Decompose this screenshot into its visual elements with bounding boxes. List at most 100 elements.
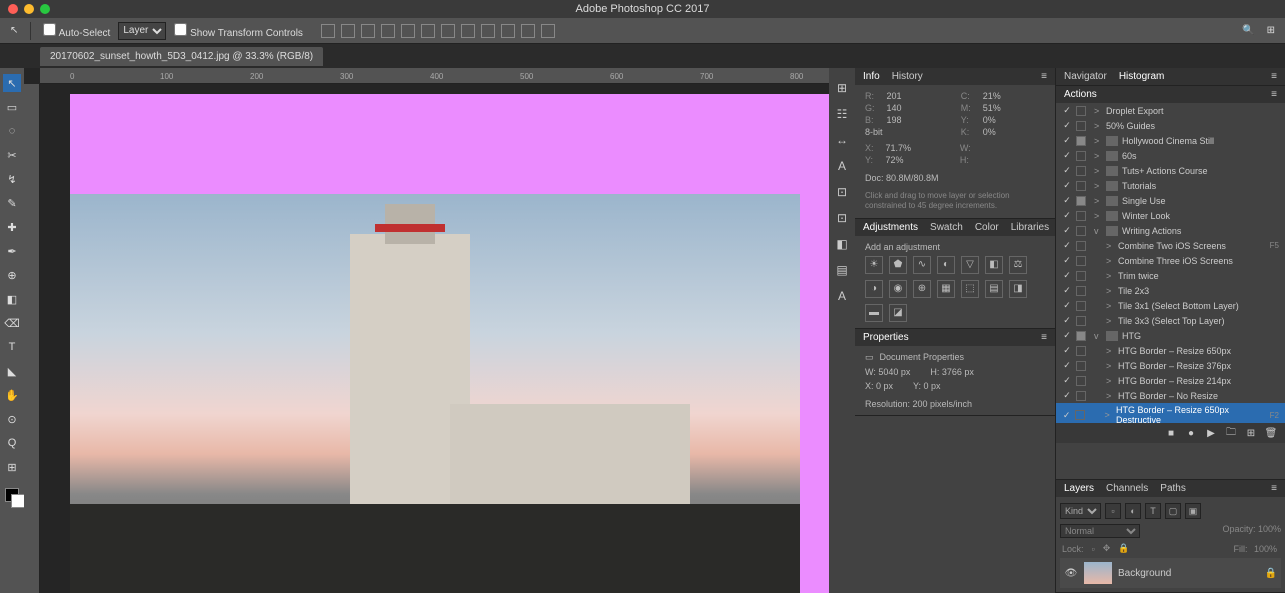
action-dialog-toggle[interactable] xyxy=(1076,241,1086,251)
action-dialog-toggle[interactable] xyxy=(1076,316,1086,326)
action-item-13[interactable]: ✓>Tile 3x1 (Select Bottom Layer) xyxy=(1056,298,1285,313)
histogram-tab[interactable]: Histogram xyxy=(1119,71,1165,82)
action-toggle-icon[interactable]: ✓ xyxy=(1062,345,1072,356)
distribute-right-icon[interactable] xyxy=(541,24,555,38)
disclosure-icon[interactable]: > xyxy=(1105,410,1112,420)
action-dialog-toggle[interactable] xyxy=(1076,121,1086,131)
disclosure-icon[interactable]: > xyxy=(1106,286,1114,296)
disclosure-icon[interactable]: > xyxy=(1106,271,1114,281)
action-toggle-icon[interactable]: ✓ xyxy=(1062,105,1072,116)
action-dialog-toggle[interactable] xyxy=(1076,181,1086,191)
action-dialog-toggle[interactable] xyxy=(1076,196,1086,206)
tool-5[interactable]: ✎ xyxy=(3,194,21,212)
action-item-19[interactable]: ✓>HTG Border – No Resize xyxy=(1056,388,1285,403)
disclosure-icon[interactable]: > xyxy=(1094,211,1102,221)
action-toggle-icon[interactable]: ✓ xyxy=(1062,135,1072,146)
tool-1[interactable]: ▭ xyxy=(3,98,21,116)
gradientmap-adjustment-icon[interactable]: ▬ xyxy=(865,304,883,322)
action-toggle-icon[interactable]: ✓ xyxy=(1062,165,1072,176)
dock-icon-1[interactable]: ☷ xyxy=(834,106,850,122)
action-dialog-toggle[interactable] xyxy=(1076,151,1086,161)
align-top-icon[interactable] xyxy=(321,24,335,38)
action-dialog-toggle[interactable] xyxy=(1076,301,1086,311)
align-vcenter-icon[interactable] xyxy=(341,24,355,38)
action-item-6[interactable]: ✓>Single Use xyxy=(1056,193,1285,208)
stop-action-icon[interactable]: ■ xyxy=(1165,427,1177,439)
prop-height[interactable]: H: 3766 px xyxy=(930,367,974,377)
adjustments-tab[interactable]: Adjustments xyxy=(863,222,918,233)
navigator-tab[interactable]: Navigator xyxy=(1064,71,1107,82)
action-toggle-icon[interactable]: ✓ xyxy=(1062,180,1072,191)
document-tab[interactable]: 20170602_sunset_howth_5D3_0412.jpg @ 33.… xyxy=(40,47,323,66)
navigator-menu-icon[interactable]: ≡ xyxy=(1271,71,1277,82)
dock-icon-8[interactable]: A xyxy=(834,288,850,304)
action-item-3[interactable]: ✓>60s xyxy=(1056,148,1285,163)
disclosure-icon[interactable]: > xyxy=(1094,196,1102,206)
filter-type-icon[interactable]: T xyxy=(1145,503,1161,519)
prop-width[interactable]: W: 5040 px xyxy=(865,367,910,377)
opacity-value[interactable]: 100% xyxy=(1258,524,1281,534)
action-toggle-icon[interactable]: ✓ xyxy=(1062,255,1072,266)
distribute-vcenter-icon[interactable] xyxy=(461,24,475,38)
disclosure-icon[interactable]: > xyxy=(1106,391,1114,401)
tool-11[interactable]: T xyxy=(3,338,21,356)
channelmixer-adjustment-icon[interactable]: ⊕ xyxy=(913,280,931,298)
align-bottom-icon[interactable] xyxy=(361,24,375,38)
action-toggle-icon[interactable]: ✓ xyxy=(1062,390,1072,401)
tool-2[interactable]: ◌ xyxy=(3,122,21,140)
filter-pixel-icon[interactable]: ▫ xyxy=(1105,503,1121,519)
action-item-16[interactable]: ✓>HTG Border – Resize 650px xyxy=(1056,343,1285,358)
colorlookup-adjustment-icon[interactable]: ▦ xyxy=(937,280,955,298)
history-tab[interactable]: History xyxy=(892,71,923,82)
pasteboard[interactable] xyxy=(70,94,829,593)
filter-smart-icon[interactable]: ▣ xyxy=(1185,503,1201,519)
action-item-15[interactable]: ✓vHTG xyxy=(1056,328,1285,343)
action-item-5[interactable]: ✓>Tutorials xyxy=(1056,178,1285,193)
action-toggle-icon[interactable]: ✓ xyxy=(1062,360,1072,371)
vibrance-adjustment-icon[interactable]: ▽ xyxy=(961,256,979,274)
dock-icon-3[interactable]: A xyxy=(834,158,850,174)
minimize-window-button[interactable] xyxy=(24,4,34,14)
action-dialog-toggle[interactable] xyxy=(1076,346,1086,356)
selective-adjustment-icon[interactable]: ◪ xyxy=(889,304,907,322)
action-dialog-toggle[interactable] xyxy=(1076,211,1086,221)
action-dialog-toggle[interactable] xyxy=(1076,331,1086,341)
distribute-bottom-icon[interactable] xyxy=(481,24,495,38)
action-item-9[interactable]: ✓>Combine Two iOS ScreensF5 xyxy=(1056,238,1285,253)
action-item-10[interactable]: ✓>Combine Three iOS Screens xyxy=(1056,253,1285,268)
channels-tab[interactable]: Channels xyxy=(1106,483,1148,494)
action-item-18[interactable]: ✓>HTG Border – Resize 214px xyxy=(1056,373,1285,388)
action-toggle-icon[interactable]: ✓ xyxy=(1062,330,1072,341)
hue-adjustment-icon[interactable]: ◧ xyxy=(985,256,1003,274)
action-dialog-toggle[interactable] xyxy=(1075,410,1085,420)
auto-select-mode-select[interactable]: Layer xyxy=(118,22,166,40)
filter-shape-icon[interactable]: ▢ xyxy=(1165,503,1181,519)
ruler-vertical[interactable] xyxy=(24,84,40,593)
action-dialog-toggle[interactable] xyxy=(1076,361,1086,371)
align-left-icon[interactable] xyxy=(381,24,395,38)
action-item-7[interactable]: ✓>Winter Look xyxy=(1056,208,1285,223)
new-set-icon[interactable]: 🗀 xyxy=(1225,427,1237,439)
action-item-17[interactable]: ✓>HTG Border – Resize 376px xyxy=(1056,358,1285,373)
action-item-1[interactable]: ✓>50% Guides xyxy=(1056,118,1285,133)
disclosure-icon[interactable]: > xyxy=(1094,136,1102,146)
paths-tab[interactable]: Paths xyxy=(1160,483,1186,494)
action-dialog-toggle[interactable] xyxy=(1076,286,1086,296)
threshold-adjustment-icon[interactable]: ◨ xyxy=(1009,280,1027,298)
record-action-icon[interactable]: ● xyxy=(1185,427,1197,439)
maximize-window-button[interactable] xyxy=(40,4,50,14)
tool-4[interactable]: ↯ xyxy=(3,170,21,188)
prop-resolution[interactable]: Resolution: 200 pixels/inch xyxy=(865,399,1045,409)
action-toggle-icon[interactable]: ✓ xyxy=(1062,195,1072,206)
play-action-icon[interactable]: ▶ xyxy=(1205,427,1217,439)
lock-all-icon[interactable]: 🔒 xyxy=(1116,543,1131,554)
disclosure-icon[interactable]: > xyxy=(1106,241,1114,251)
action-dialog-toggle[interactable] xyxy=(1076,166,1086,176)
disclosure-icon[interactable]: > xyxy=(1094,106,1102,116)
fill-value[interactable]: 100% xyxy=(1252,544,1279,554)
brightness-adjustment-icon[interactable]: ☀ xyxy=(865,256,883,274)
libraries-tab[interactable]: Libraries xyxy=(1011,222,1049,233)
disclosure-icon[interactable]: > xyxy=(1094,181,1102,191)
action-item-14[interactable]: ✓>Tile 3x3 (Select Top Layer) xyxy=(1056,313,1285,328)
disclosure-icon[interactable]: > xyxy=(1106,256,1114,266)
